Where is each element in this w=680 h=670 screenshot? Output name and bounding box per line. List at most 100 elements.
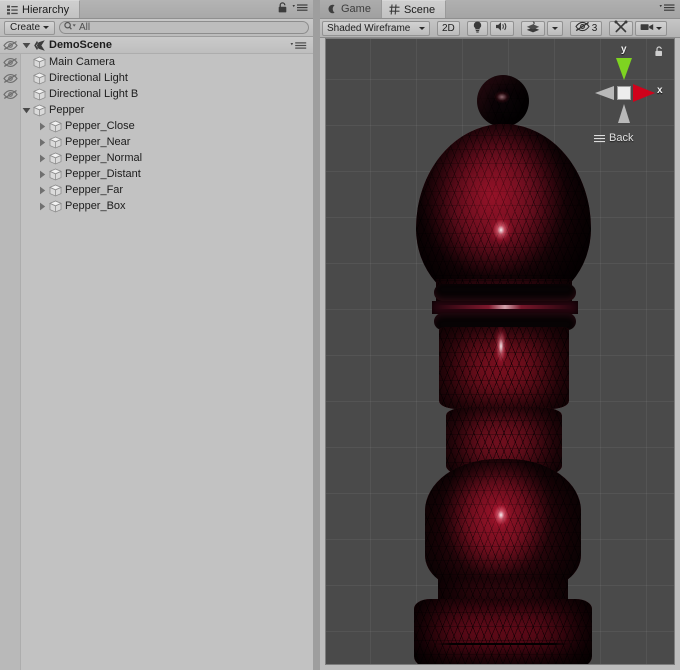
gizmo-axis-y-neg-cone[interactable] xyxy=(618,104,630,123)
game-icon xyxy=(327,4,337,14)
scene-camera-button[interactable] xyxy=(635,20,668,36)
visibility-cell-empty[interactable] xyxy=(0,166,20,182)
scene-panel: Game Scene Shaded Wireframe 2D 3 y x Bac… xyxy=(320,0,680,670)
scene-toolbar: Shaded Wireframe 2D 3 xyxy=(320,19,680,38)
draw-mode-dropdown[interactable]: Shaded Wireframe xyxy=(322,20,430,36)
search-input-value: All xyxy=(79,21,91,33)
lightbulb-icon xyxy=(472,21,483,36)
scene-lighting-button[interactable] xyxy=(466,20,488,36)
unity-scene-icon xyxy=(33,39,46,52)
visibility-cell-empty[interactable] xyxy=(0,118,20,134)
twisty-closed-icon[interactable] xyxy=(36,166,49,182)
gameobject-cube-icon xyxy=(33,72,46,85)
visibility-cell-empty[interactable] xyxy=(0,198,20,214)
eye-off-icon[interactable] xyxy=(0,37,20,53)
gameobject-cube-icon xyxy=(33,104,46,117)
row-menu-icon[interactable] xyxy=(290,37,307,53)
tab-scene-label: Scene xyxy=(403,3,436,16)
hierarchy-item-label: Pepper_Box xyxy=(65,200,126,212)
twisty-open-icon[interactable] xyxy=(20,102,33,118)
gameobject-cube-icon xyxy=(49,136,62,149)
hierarchy-toolbar: Create All xyxy=(0,19,313,37)
model-ring-top xyxy=(434,284,576,301)
twisty-closed-icon[interactable] xyxy=(36,198,49,214)
gizmo-axis-y-cone[interactable] xyxy=(616,58,632,80)
search-input[interactable]: All xyxy=(59,21,309,34)
twisty-none xyxy=(20,86,33,102)
eye-off-icon[interactable] xyxy=(0,54,20,70)
unity-editor-window: Hierarchy Create All DemoScene Main Came… xyxy=(0,0,680,670)
gizmo-axis-y-label: y xyxy=(621,44,627,55)
gameobject-cube-icon xyxy=(49,120,62,133)
scene-tabbar-controls xyxy=(659,0,680,18)
visibility-cell-empty[interactable] xyxy=(0,134,20,150)
hierarchy-scene-label: DemoScene xyxy=(49,39,112,51)
hierarchy-item-pepper-close[interactable]: Pepper_Close xyxy=(0,118,313,134)
hierarchy-item-pepper-box[interactable]: Pepper_Box xyxy=(0,198,313,214)
twisty-closed-icon[interactable] xyxy=(36,150,49,166)
draw-mode-label: Shaded Wireframe xyxy=(327,22,411,34)
hierarchy-icon xyxy=(7,5,18,15)
scene-fx-dropdown[interactable] xyxy=(546,20,563,36)
hierarchy-item-label: Pepper_Distant xyxy=(65,168,141,180)
scene-gizmos-button[interactable] xyxy=(609,20,634,36)
visibility-cell-empty[interactable] xyxy=(0,150,20,166)
tab-hierarchy[interactable]: Hierarchy xyxy=(0,0,81,18)
twisty-none xyxy=(20,70,33,86)
gizmo-axis-x-cone[interactable] xyxy=(633,84,655,102)
panel-menu-icon[interactable] xyxy=(659,3,675,15)
scene-orientation-gizmo[interactable]: y x Back xyxy=(588,44,666,154)
chevron-down-icon xyxy=(43,26,50,29)
toggle-2d-label: 2D xyxy=(442,22,455,34)
hierarchy-item-label: Pepper_Near xyxy=(65,136,131,148)
lock-icon[interactable] xyxy=(278,2,287,16)
visibility-cell-empty[interactable] xyxy=(0,182,20,198)
scene-viewport[interactable]: y x Back xyxy=(325,38,675,665)
tab-scene[interactable]: Scene xyxy=(381,0,447,18)
hierarchy-item-label: Main Camera xyxy=(49,56,116,68)
eye-off-icon[interactable] xyxy=(0,86,20,102)
twisty-closed-icon[interactable] xyxy=(36,182,49,198)
twisty-closed-icon[interactable] xyxy=(36,118,49,134)
scene-audio-button[interactable] xyxy=(489,20,514,36)
hierarchy-item-pepper-near[interactable]: Pepper_Near xyxy=(0,134,313,150)
gameobject-cube-icon xyxy=(49,168,62,181)
visibility-cell-empty[interactable] xyxy=(0,102,20,118)
scene-tabbar: Game Scene xyxy=(320,0,680,19)
hierarchy-rows: DemoScene Main Camera Directional Light Dir… xyxy=(0,37,313,214)
create-button[interactable]: Create xyxy=(4,20,56,35)
model-lower-bulb-specular xyxy=(491,501,511,529)
tab-game[interactable]: Game xyxy=(320,0,382,18)
hierarchy-item-pepper-distant[interactable]: Pepper_Distant xyxy=(0,166,313,182)
model-knob-highlight xyxy=(494,91,510,103)
hierarchy-item-label: Directional Light xyxy=(49,72,128,84)
hierarchy-item-directional-light-b[interactable]: Directional Light B xyxy=(0,86,313,102)
scene-grid-icon xyxy=(389,4,400,15)
hierarchy-tree[interactable]: DemoScene Main Camera Directional Light Dir… xyxy=(0,37,313,670)
hierarchy-item-pepper[interactable]: Pepper xyxy=(0,102,313,118)
gizmo-axis-x-neg-cone[interactable] xyxy=(595,86,614,100)
chevron-down-icon xyxy=(656,26,663,30)
tab-hierarchy-label: Hierarchy xyxy=(22,3,70,16)
hierarchy-item-main-camera[interactable]: Main Camera xyxy=(0,54,313,70)
gizmo-center-handle[interactable] xyxy=(617,86,631,100)
hierarchy-item-label: Pepper xyxy=(49,104,85,116)
hamburger-icon[interactable] xyxy=(594,134,605,143)
panel-menu-icon[interactable] xyxy=(292,3,308,15)
hierarchy-item-pepper-normal[interactable]: Pepper_Normal xyxy=(0,150,313,166)
model-base-seam xyxy=(436,643,569,645)
eye-off-icon xyxy=(575,21,590,35)
scene-fx-button[interactable] xyxy=(520,20,545,36)
camera-icon xyxy=(640,22,654,35)
hierarchy-item-pepper-far[interactable]: Pepper_Far xyxy=(0,182,313,198)
eye-off-icon[interactable] xyxy=(0,70,20,86)
gizmo-view-label-row[interactable]: Back xyxy=(594,132,633,144)
hierarchy-scene-row[interactable]: DemoScene xyxy=(0,37,313,54)
tools-icon xyxy=(614,20,628,36)
twisty-open-icon[interactable] xyxy=(20,37,33,53)
scene-visibility-button[interactable]: 3 xyxy=(569,20,603,36)
toggle-2d-button[interactable]: 2D xyxy=(437,20,460,36)
twisty-closed-icon[interactable] xyxy=(36,134,49,150)
hierarchy-item-directional-light[interactable]: Directional Light xyxy=(0,70,313,86)
persp-lock-icon[interactable] xyxy=(654,46,664,60)
